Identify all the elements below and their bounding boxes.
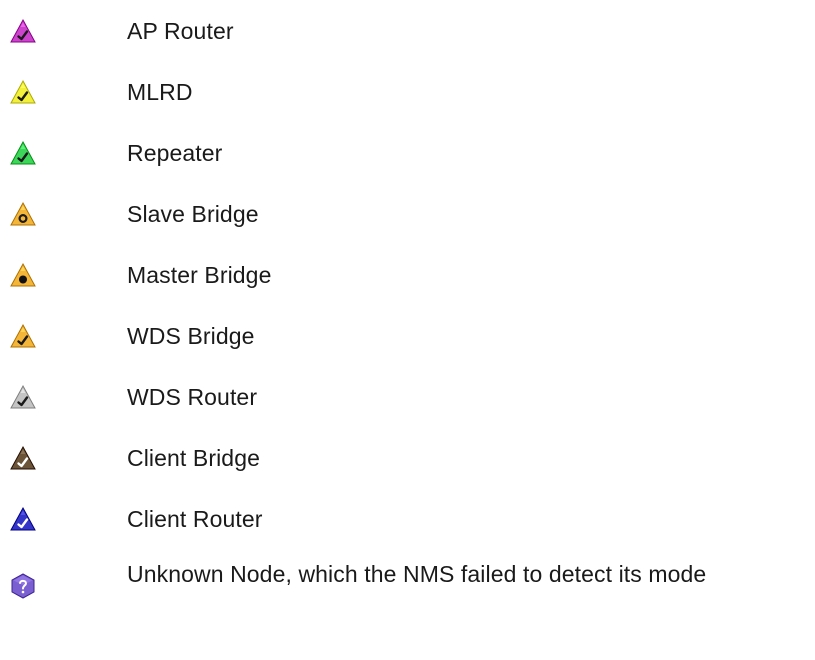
- client-router-icon: [10, 506, 36, 532]
- legend-item-label: MLRD: [127, 78, 193, 105]
- legend-item-wds-router: WDS Router: [0, 366, 815, 427]
- legend-item-unknown-node: Unknown Node, which the NMS failed to de…: [0, 549, 815, 649]
- unknown-node-icon: [10, 573, 36, 599]
- legend-item-client-router: Client Router: [0, 488, 815, 549]
- legend-item-master-bridge: Master Bridge: [0, 244, 815, 305]
- wds-bridge-icon: [10, 323, 36, 349]
- legend-item-label: WDS Bridge: [127, 322, 255, 349]
- repeater-icon: [10, 140, 36, 166]
- legend-item-label: AP Router: [127, 17, 234, 44]
- mlrd-icon: [10, 79, 36, 105]
- slave-bridge-icon: [10, 201, 36, 227]
- node-mode-legend: AP Router MLRD Repeater Slave Bridge Mas…: [0, 0, 815, 660]
- legend-item-slave-bridge: Slave Bridge: [0, 183, 815, 244]
- master-bridge-icon: [10, 262, 36, 288]
- client-bridge-icon: [10, 445, 36, 471]
- legend-item-label: Slave Bridge: [127, 200, 259, 227]
- legend-item-label: Unknown Node, which the NMS failed to de…: [127, 561, 707, 587]
- legend-item-label: WDS Router: [127, 383, 258, 410]
- ap-router-icon: [10, 18, 36, 44]
- legend-item-client-bridge: Client Bridge: [0, 427, 815, 488]
- legend-item-mlrd: MLRD: [0, 61, 815, 122]
- wds-router-icon: [10, 384, 36, 410]
- legend-item-label: Repeater: [127, 139, 223, 166]
- legend-item-repeater: Repeater: [0, 122, 815, 183]
- legend-item-label: Client Router: [127, 505, 263, 532]
- legend-item-label: Client Bridge: [127, 444, 260, 471]
- legend-item-ap-router: AP Router: [0, 0, 815, 61]
- legend-item-label: Master Bridge: [127, 261, 272, 288]
- legend-item-wds-bridge: WDS Bridge: [0, 305, 815, 366]
